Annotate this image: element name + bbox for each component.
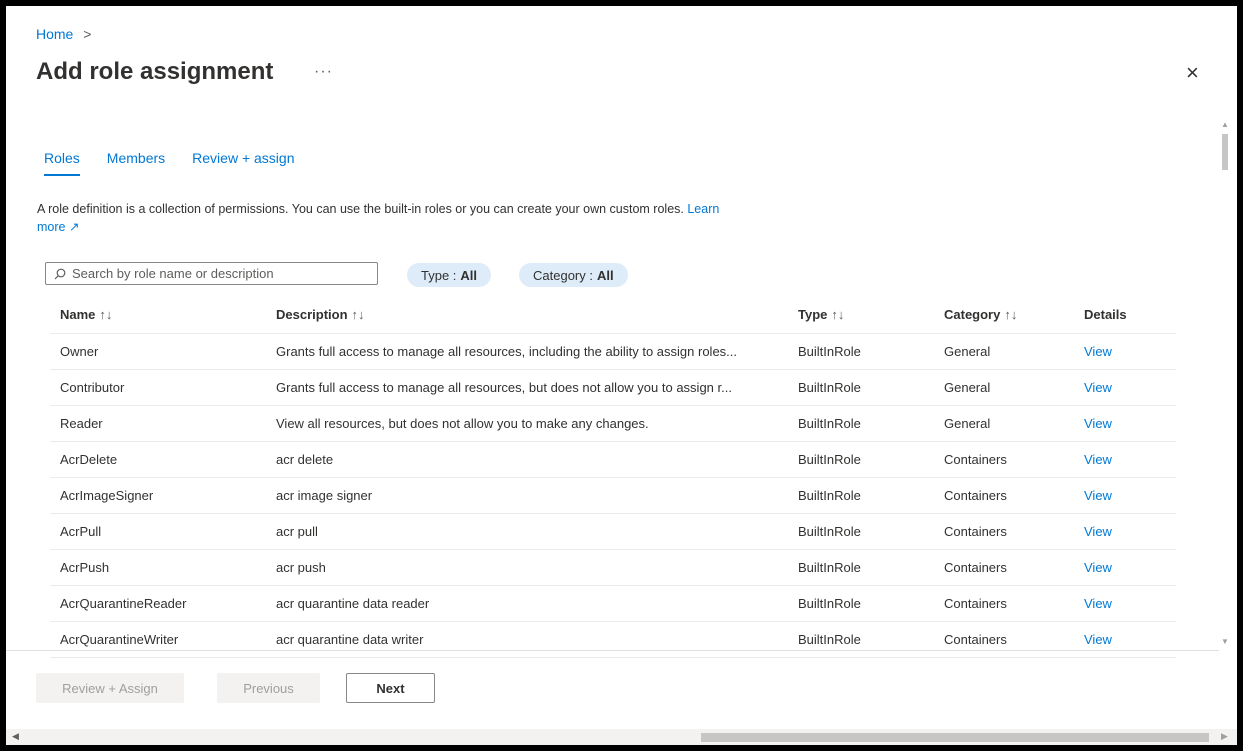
role-category: General bbox=[944, 416, 991, 431]
external-link-icon: ↗ bbox=[68, 220, 80, 234]
search-placeholder: Search by role name or description bbox=[72, 266, 274, 281]
role-name: AcrDelete bbox=[60, 452, 118, 467]
role-category: Containers bbox=[944, 560, 1007, 575]
column-header-name[interactable]: Name ↑↓ bbox=[50, 307, 276, 322]
search-icon bbox=[54, 268, 66, 279]
role-type: BuiltInRole bbox=[798, 596, 861, 611]
role-category: Containers bbox=[944, 596, 1007, 611]
role-category: Containers bbox=[944, 632, 1007, 647]
view-details-link[interactable]: View bbox=[1084, 596, 1176, 611]
role-description: acr delete bbox=[276, 452, 334, 467]
role-category: Containers bbox=[944, 524, 1007, 539]
tab-members[interactable]: Members bbox=[107, 150, 165, 176]
role-type: BuiltInRole bbox=[798, 416, 861, 431]
role-type: BuiltInRole bbox=[798, 488, 861, 503]
role-category: Containers bbox=[944, 452, 1007, 467]
column-header-description[interactable]: Description ↑↓ bbox=[276, 307, 798, 322]
vertical-scroll-thumb[interactable] bbox=[1222, 134, 1228, 170]
tab-bar: Roles Members Review + assign bbox=[44, 150, 294, 176]
role-description: acr pull bbox=[276, 524, 318, 539]
role-definition-description: A role definition is a collection of per… bbox=[37, 200, 737, 236]
type-filter-pill[interactable]: Type : All bbox=[407, 263, 492, 287]
previous-button[interactable]: Previous bbox=[217, 673, 320, 703]
close-icon[interactable]: × bbox=[1186, 60, 1199, 86]
table-row[interactable]: AcrDelete acr delete BuiltInRole Contain… bbox=[50, 442, 1176, 478]
horizontal-scroll-thumb[interactable] bbox=[701, 733, 1209, 742]
table-row[interactable]: AcrPull acr pull BuiltInRole Containers … bbox=[50, 514, 1176, 550]
role-name: AcrPull bbox=[60, 524, 102, 539]
table-row[interactable]: AcrPush acr push BuiltInRole Containers … bbox=[50, 550, 1176, 586]
role-category: General bbox=[944, 344, 991, 359]
table-row[interactable]: AcrQuarantineReader acr quarantine data … bbox=[50, 586, 1176, 622]
table-header-row: Name ↑↓ Description ↑↓ Type ↑↓ Category ↑↓ D… bbox=[50, 296, 1176, 334]
role-name: AcrPush bbox=[60, 560, 110, 575]
role-description: Grants full access to manage all resourc… bbox=[276, 344, 738, 359]
role-description: View all resources, but does not allow y… bbox=[276, 416, 649, 431]
column-header-type[interactable]: Type ↑↓ bbox=[798, 307, 944, 322]
table-row[interactable]: Contributor Grants full access to manage… bbox=[50, 370, 1176, 406]
role-type: BuiltInRole bbox=[798, 632, 861, 647]
horizontal-scrollbar[interactable]: ◀ ▶ bbox=[6, 729, 1237, 745]
role-name: AcrImageSigner bbox=[60, 488, 154, 503]
sort-icon: ↑↓ bbox=[831, 307, 845, 322]
role-type: BuiltInRole bbox=[798, 524, 861, 539]
view-details-link[interactable]: View bbox=[1084, 416, 1176, 431]
scroll-up-arrow-icon[interactable]: ▲ bbox=[1221, 120, 1229, 129]
role-name: AcrQuarantineReader bbox=[60, 596, 187, 611]
role-name: Owner bbox=[60, 344, 99, 359]
scroll-down-arrow-icon[interactable]: ▼ bbox=[1221, 637, 1229, 646]
view-details-link[interactable]: View bbox=[1084, 452, 1176, 467]
vertical-scrollbar[interactable]: ▲ ▼ bbox=[1219, 118, 1231, 648]
role-description: acr push bbox=[276, 560, 326, 575]
category-filter-pill[interactable]: Category : All bbox=[519, 263, 628, 287]
role-type: BuiltInRole bbox=[798, 560, 861, 575]
description-text: A role definition is a collection of per… bbox=[37, 202, 684, 216]
table-row[interactable]: AcrQuarantineWriter acr quarantine data … bbox=[50, 622, 1176, 658]
scroll-left-arrow-icon[interactable]: ◀ bbox=[12, 731, 19, 742]
review-assign-button[interactable]: Review + Assign bbox=[36, 673, 184, 703]
sort-icon: ↑↓ bbox=[1004, 307, 1018, 322]
search-input[interactable]: Search by role name or description bbox=[45, 262, 378, 285]
more-icon[interactable]: ··· bbox=[314, 63, 333, 81]
sort-icon: ↑↓ bbox=[99, 307, 113, 322]
role-name: Contributor bbox=[60, 380, 125, 395]
page-title: Add role assignment bbox=[36, 58, 274, 85]
role-type: BuiltInRole bbox=[798, 380, 861, 395]
column-header-details: Details bbox=[1084, 307, 1127, 322]
role-assignment-panel: Home > Add role assignment ··· × Roles M… bbox=[6, 6, 1237, 745]
role-category: General bbox=[944, 380, 991, 395]
view-details-link[interactable]: View bbox=[1084, 632, 1176, 647]
breadcrumb-separator: > bbox=[83, 26, 92, 42]
view-details-link[interactable]: View bbox=[1084, 380, 1176, 395]
table-row[interactable]: Owner Grants full access to manage all r… bbox=[50, 334, 1176, 370]
role-name: Reader bbox=[60, 416, 103, 431]
sort-icon: ↑↓ bbox=[351, 307, 365, 322]
breadcrumb: Home > bbox=[36, 26, 91, 42]
role-description: Grants full access to manage all resourc… bbox=[276, 380, 732, 395]
role-name: AcrQuarantineWriter bbox=[60, 632, 179, 647]
next-button[interactable]: Next bbox=[346, 673, 435, 703]
role-type: BuiltInRole bbox=[798, 344, 861, 359]
tab-review-assign[interactable]: Review + assign bbox=[192, 150, 294, 176]
footer-divider bbox=[6, 650, 1219, 651]
table-row[interactable]: Reader View all resources, but does not … bbox=[50, 406, 1176, 442]
role-description: acr image signer bbox=[276, 488, 373, 503]
role-category: Containers bbox=[944, 488, 1007, 503]
role-type: BuiltInRole bbox=[798, 452, 861, 467]
breadcrumb-home-link[interactable]: Home bbox=[36, 26, 73, 42]
view-details-link[interactable]: View bbox=[1084, 344, 1176, 359]
role-description: acr quarantine data writer bbox=[276, 632, 424, 647]
table-row[interactable]: AcrImageSigner acr image signer BuiltInR… bbox=[50, 478, 1176, 514]
scroll-right-arrow-icon[interactable]: ▶ bbox=[1221, 731, 1228, 742]
view-details-link[interactable]: View bbox=[1084, 560, 1176, 575]
column-header-category[interactable]: Category ↑↓ bbox=[944, 307, 1084, 322]
view-details-link[interactable]: View bbox=[1084, 524, 1176, 539]
roles-table: Name ↑↓ Description ↑↓ Type ↑↓ Category ↑↓ D… bbox=[50, 296, 1176, 658]
tab-roles[interactable]: Roles bbox=[44, 150, 80, 176]
view-details-link[interactable]: View bbox=[1084, 488, 1176, 503]
role-description: acr quarantine data reader bbox=[276, 596, 430, 611]
